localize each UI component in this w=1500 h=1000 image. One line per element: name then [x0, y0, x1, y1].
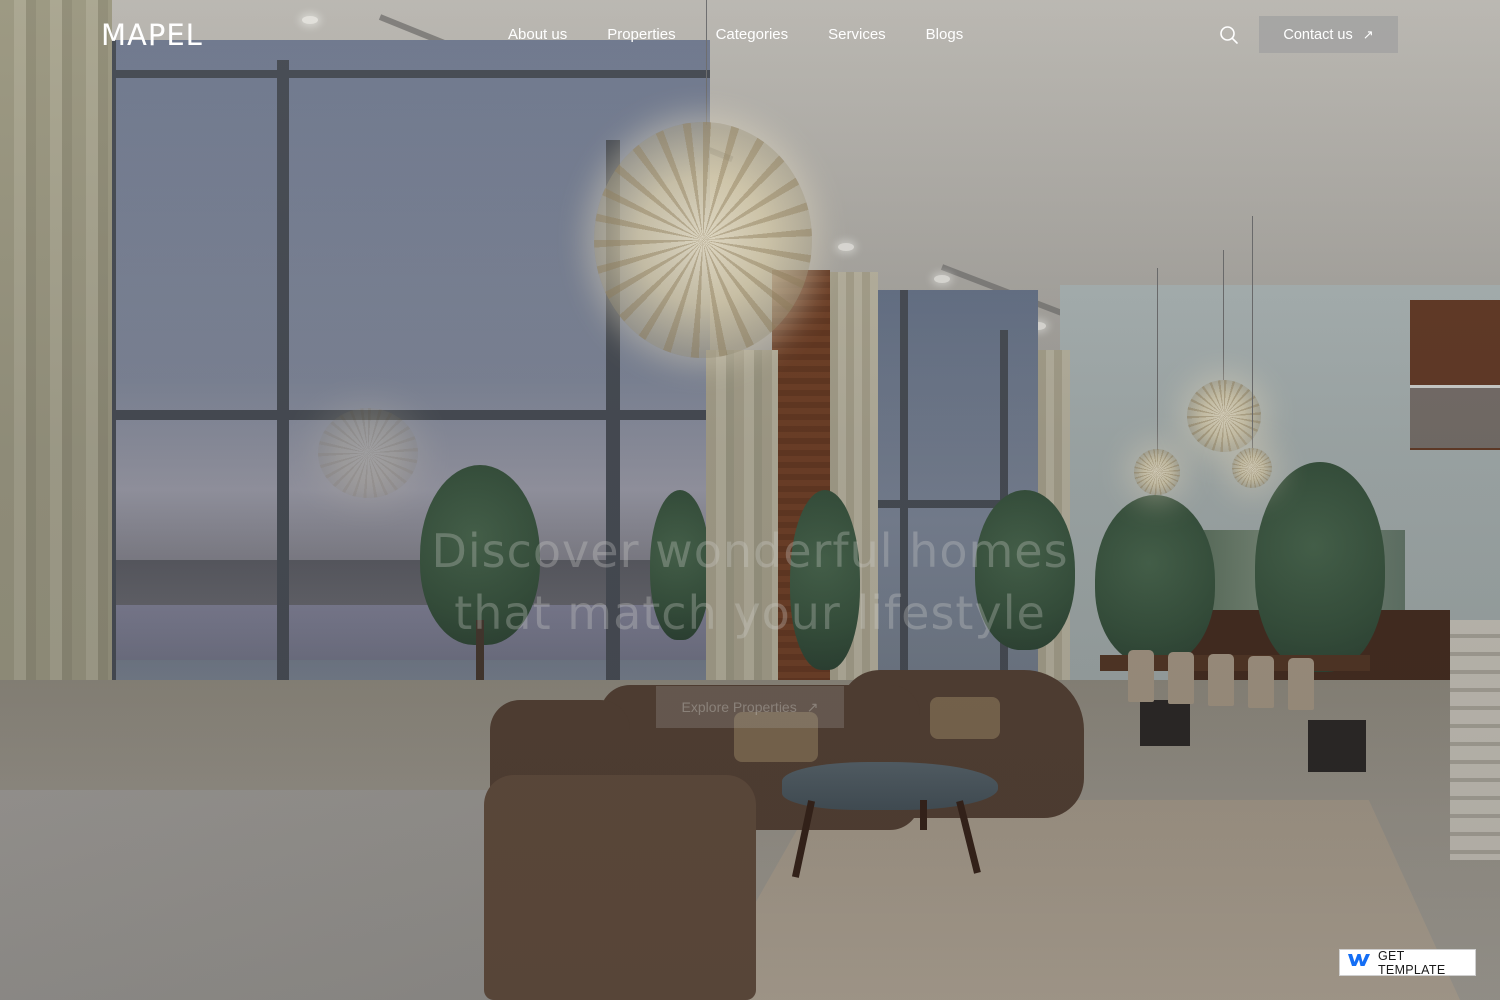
nav-item-services[interactable]: Services: [828, 26, 886, 44]
explore-properties-button[interactable]: Explore Properties ↗: [656, 686, 844, 728]
nav-item-blogs[interactable]: Blogs: [926, 26, 964, 44]
hero-background-image: [0, 0, 1500, 1000]
nav-item-about-us[interactable]: About us: [508, 26, 567, 44]
hero-heading-line: that match your lifestyle: [454, 586, 1046, 640]
get-template-label: GET TEMPLATE: [1378, 948, 1446, 977]
arrow-up-right-icon: ↗: [806, 698, 819, 715]
webflow-logo-icon: [1348, 953, 1370, 972]
hero-heading-line: Discover wonderful homes: [431, 524, 1069, 578]
nav-item-properties[interactable]: Properties: [607, 26, 675, 44]
contact-us-button[interactable]: Contact us ↗: [1259, 16, 1398, 53]
search-icon[interactable]: [1218, 24, 1240, 46]
arrow-up-right-icon: ↗: [1362, 27, 1374, 42]
get-template-badge[interactable]: GET TEMPLATE: [1339, 948, 1476, 977]
nav-item-categories[interactable]: Categories: [716, 26, 789, 44]
contact-us-label: Contact us: [1283, 26, 1353, 43]
explore-properties-label: Explore Properties: [681, 699, 797, 715]
main-nav: About us Properties Categories Services …: [508, 26, 1003, 44]
logo[interactable]: MAPEL: [101, 18, 203, 52]
image-overlay: [0, 0, 1500, 1000]
hero-heading: Discover wonderful homes that match your…: [0, 520, 1500, 644]
